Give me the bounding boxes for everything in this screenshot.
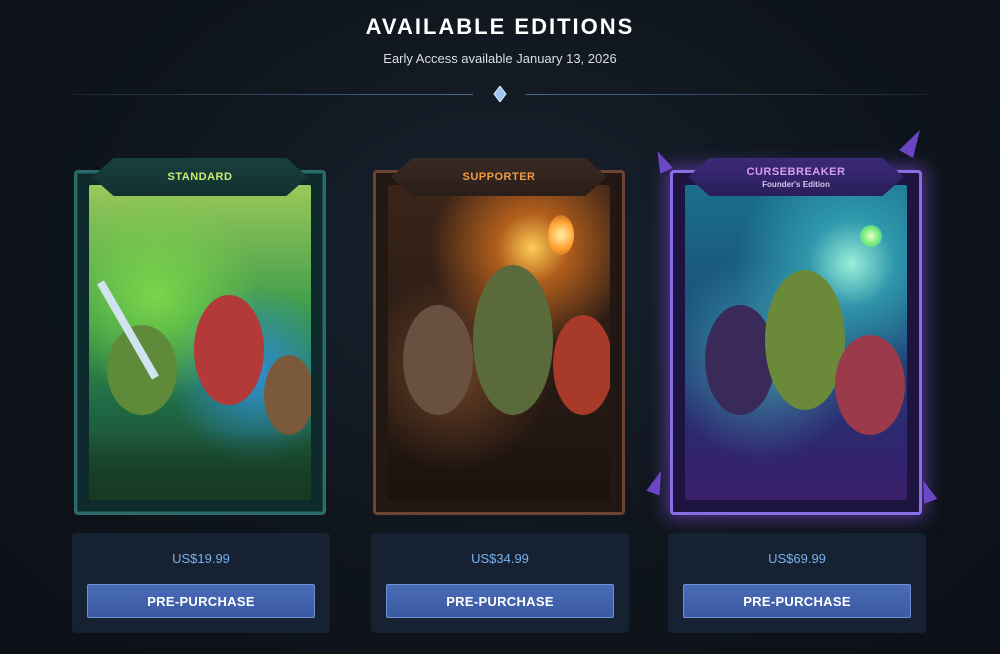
supporter-edition-artwork: [388, 185, 610, 500]
cursebreaker-edition-artwork: [685, 185, 907, 500]
edition-subtitle: Founder's Edition: [762, 179, 830, 189]
pre-purchase-cursebreaker-button[interactable]: PRE-PURCHASE: [683, 584, 911, 618]
edition-card-supporter[interactable]: SUPPORTER: [371, 150, 629, 518]
edition-tab-cursebreaker: CURSEBREAKER Founder's Edition: [688, 158, 904, 196]
edition-name: SUPPORTER: [462, 171, 536, 183]
page-title: AVAILABLE EDITIONS: [365, 14, 635, 39]
release-date-subtitle: Early Access available January 13, 2026: [383, 51, 617, 66]
price-standard: US$19.99: [172, 551, 230, 566]
price-supporter: US$34.99: [471, 551, 529, 566]
section-divider: [73, 86, 926, 102]
price-panel-cursebreaker: US$69.99 PRE-PURCHASE: [668, 533, 926, 633]
edition-tab-standard: STANDARD: [92, 158, 308, 196]
standard-edition-artwork: [89, 185, 311, 500]
diamond-icon: [493, 86, 507, 102]
edition-name: CURSEBREAKER: [746, 165, 846, 178]
price-panel-supporter: US$34.99 PRE-PURCHASE: [371, 533, 629, 633]
purple-shard-decoration: [646, 468, 667, 495]
card-frame: [74, 170, 326, 515]
edition-card-cursebreaker[interactable]: CURSEBREAKER Founder's Edition: [668, 150, 926, 518]
pre-purchase-standard-button[interactable]: PRE-PURCHASE: [87, 584, 315, 618]
divider-line-left: [73, 94, 473, 95]
pre-purchase-supporter-button[interactable]: PRE-PURCHASE: [386, 584, 614, 618]
price-panel-standard: US$19.99 PRE-PURCHASE: [72, 533, 330, 633]
section-header: AVAILABLE EDITIONS Early Access availabl…: [0, 14, 1000, 66]
divider-line-right: [526, 94, 926, 95]
edition-name: STANDARD: [167, 171, 233, 183]
edition-card-standard[interactable]: STANDARD: [72, 150, 330, 518]
edition-tab-supporter: SUPPORTER: [391, 158, 607, 196]
card-frame: [670, 170, 922, 515]
price-cursebreaker: US$69.99: [768, 551, 826, 566]
card-frame: [373, 170, 625, 515]
